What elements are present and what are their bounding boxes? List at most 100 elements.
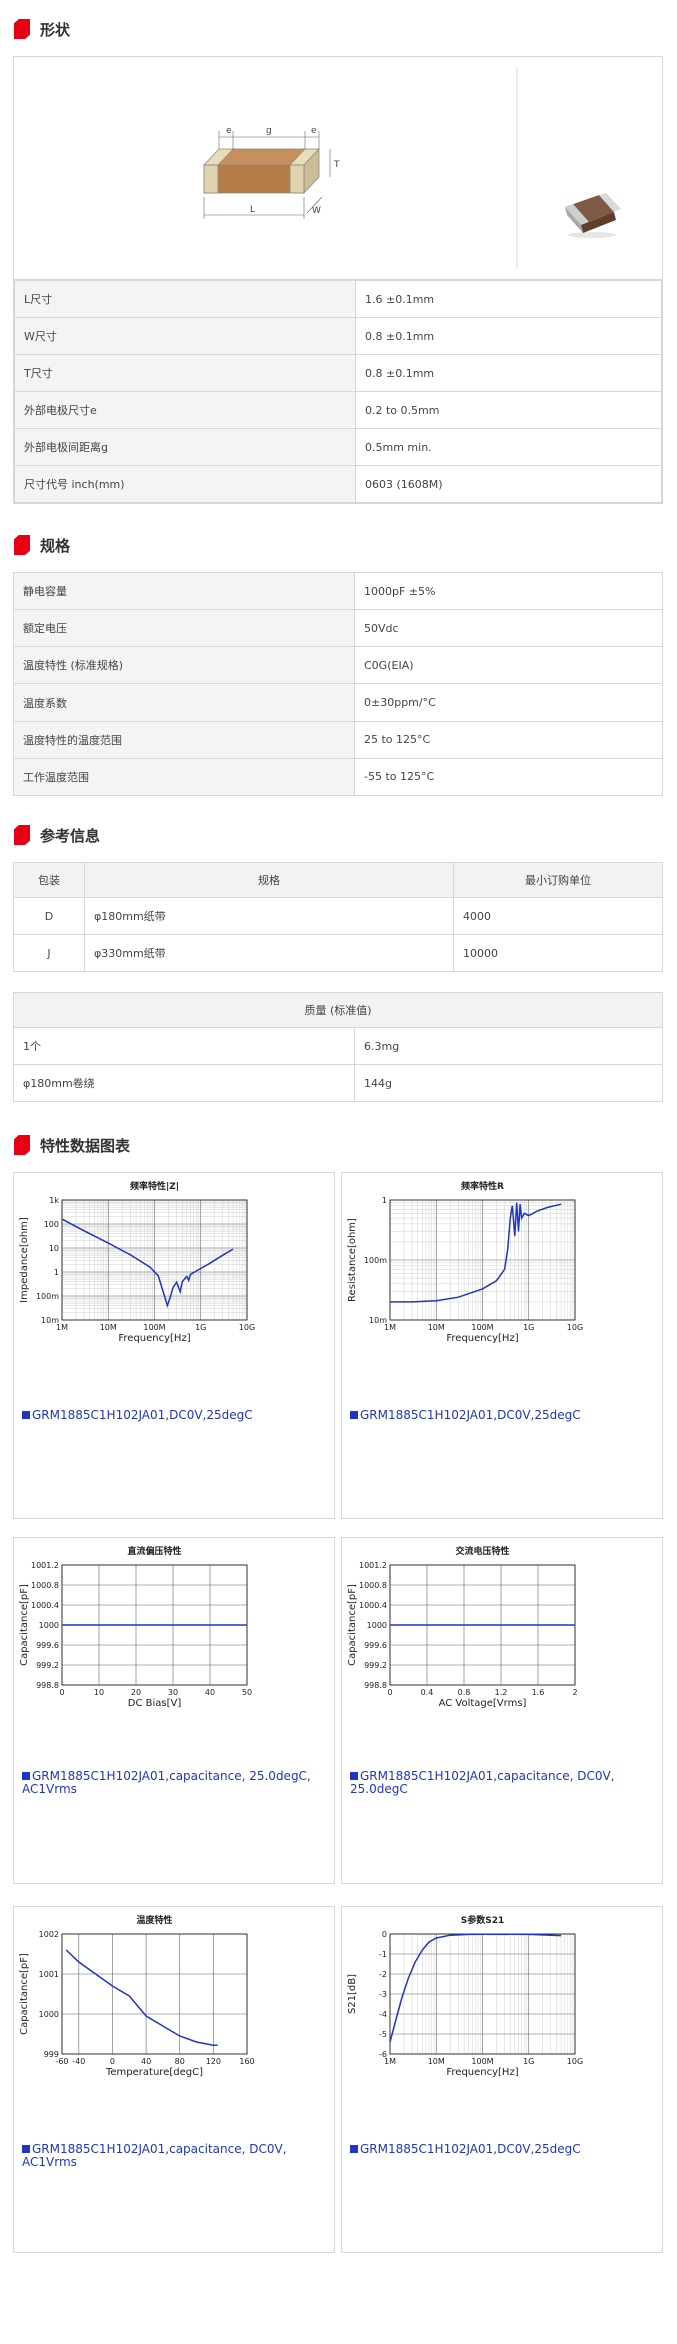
y-tick-label: 1000.8 bbox=[31, 1581, 59, 1590]
chart-ac-voltage: 交流电压特性 0 0.4 0.8 1.2 1.6 2 1001.2 1000.8 1000.4 10… bbox=[341, 1537, 663, 1884]
x-axis-label: Frequency[Hz] bbox=[446, 2067, 518, 2078]
y-tick-label: 100m bbox=[364, 1256, 387, 1265]
y-tick-label: 999.6 bbox=[36, 1641, 59, 1650]
y-tick-label: 0 bbox=[382, 1930, 387, 1939]
x-tick-label: 100M bbox=[471, 2057, 493, 2066]
chip-diagram: e g e T L W bbox=[203, 67, 621, 269]
shape-box: e g e T L W L尺寸 1.6 ±0.1mm W尺寸 0.8 ±0.1m… bbox=[13, 56, 663, 504]
y-tick-label: -5 bbox=[379, 2030, 387, 2039]
chart-legend: GRM1885C1H102JA01,DC0V,25degC bbox=[350, 2143, 650, 2156]
dim-label-e1: e bbox=[226, 126, 232, 136]
chart-legend: GRM1885C1H102JA01,DC0V,25degC bbox=[350, 1409, 650, 1422]
table-row: W尺寸 0.8 ±0.1mm bbox=[14, 317, 662, 355]
chart-dc-bias: 直流偏压特性 0 10 20 30 40 50 1001.2 1000.8 1000.4 1000 9… bbox=[13, 1537, 335, 1884]
y-tick-label: 999.6 bbox=[364, 1641, 387, 1650]
dim-label-g: g bbox=[266, 126, 272, 136]
dim-label-t: T bbox=[333, 160, 340, 170]
table-row: 1个 6.3mg bbox=[13, 1027, 663, 1065]
y-tick-label: 999.2 bbox=[36, 1661, 59, 1670]
y-tick-label: -3 bbox=[379, 1990, 387, 1999]
y-tick-label: 1000 bbox=[367, 1621, 387, 1630]
x-axis-label: Temperature[degC] bbox=[105, 2067, 203, 2078]
table-header-row: 质量 (标准值) bbox=[13, 992, 663, 1028]
dimensions-table: L尺寸 1.6 ±0.1mm W尺寸 0.8 ±0.1mm T尺寸 0.8 ±0.1m… bbox=[14, 280, 662, 503]
table-row: 外部电极间距离g 0.5mm min. bbox=[14, 428, 662, 466]
x-tick-label: 10M bbox=[100, 1323, 117, 1332]
table-row: 额定电压 50Vdc bbox=[13, 609, 663, 648]
y-tick-label: 1 bbox=[382, 1196, 387, 1205]
y-axis-label: S21[dB] bbox=[347, 1974, 358, 2014]
y-tick-label: -2 bbox=[379, 1970, 387, 1979]
table-row: 尺寸代号 inch(mm) 0603 (1608M) bbox=[14, 465, 662, 503]
x-axis-label: AC Voltage[Vrms] bbox=[439, 1698, 527, 1709]
table-header-row: 包装 规格 最小订购单位 bbox=[13, 862, 663, 898]
section-title-specs: 规格 bbox=[14, 532, 70, 558]
table-row: 温度特性的温度范围 25 to 125°C bbox=[13, 720, 663, 759]
table-row: 温度特性 (标准规格) C0G(EIA) bbox=[13, 646, 663, 685]
x-tick-label: 30 bbox=[168, 1688, 178, 1697]
mass-box: 质量 (标准值) 1个 6.3mg φ180mm卷绕 144g bbox=[13, 992, 663, 1104]
x-tick-label: 10G bbox=[567, 2057, 583, 2066]
y-tick-label: 998.8 bbox=[364, 1681, 387, 1690]
y-tick-label: 1000.4 bbox=[359, 1601, 387, 1610]
x-tick-label: 80 bbox=[175, 2057, 185, 2066]
chart-title: 温度特性 bbox=[136, 1914, 172, 1926]
section-title-shape: 形状 bbox=[14, 16, 70, 42]
x-tick-label: 100M bbox=[471, 1323, 493, 1332]
x-axis-label: DC Bias[V] bbox=[128, 1698, 182, 1709]
y-axis-label: Capacitance[pF] bbox=[347, 1584, 358, 1666]
x-tick-label: 10G bbox=[567, 1323, 583, 1332]
chart-legend: GRM1885C1H102JA01,capacitance, 25.0degC,… bbox=[22, 1769, 311, 1796]
y-axis-label: Impedance[ohm] bbox=[19, 1217, 30, 1303]
y-tick-label: 10m bbox=[369, 1316, 387, 1325]
chart-title: 频率特性R bbox=[461, 1180, 504, 1192]
table-row: Jφ330mm纸带 10000 bbox=[13, 934, 663, 972]
x-tick-label: 10G bbox=[239, 1323, 255, 1332]
chip-photo bbox=[565, 193, 621, 238]
series-line bbox=[65, 1949, 218, 2046]
table-row: φ180mm卷绕 144g bbox=[13, 1064, 663, 1102]
x-tick-label: 160 bbox=[239, 2057, 254, 2066]
chart-legend: GRM1885C1H102JA01,capacitance, DC0V, 25.… bbox=[350, 1769, 615, 1796]
y-tick-label: 1001.2 bbox=[359, 1561, 387, 1570]
x-tick-label: 1.2 bbox=[495, 1688, 508, 1697]
x-tick-label: 10 bbox=[94, 1688, 104, 1697]
legend-square-icon bbox=[350, 2145, 358, 2153]
x-tick-label: 0 bbox=[59, 1688, 64, 1697]
dim-label-e2: e bbox=[311, 126, 317, 136]
y-tick-label: 999 bbox=[44, 2050, 59, 2059]
specs-table: 静电容量 1000pF ±5% 额定电压 50Vdc 温度特性 (标准规格) C0G(… bbox=[13, 571, 663, 797]
legend-square-icon bbox=[22, 2145, 30, 2153]
y-tick-label: 1 bbox=[54, 1268, 59, 1277]
section-flag-icon bbox=[14, 19, 30, 39]
chart-s21: S参数S21 1M 10M 100M 1G 10G 0 -1 -2 -3 -4 -5 -6 Frequen… bbox=[341, 1906, 663, 2253]
x-tick-label: 120 bbox=[206, 2057, 221, 2066]
chart-impedance: 频率特性|Z| 1M 10M 100M 1G 10G 1k 100 10 1 100m 10m Freq… bbox=[13, 1172, 335, 1519]
dim-label-w: W bbox=[312, 206, 321, 216]
y-tick-label: 1001 bbox=[39, 1970, 59, 1979]
x-tick-label: 100M bbox=[143, 1323, 165, 1332]
section-flag-icon bbox=[14, 535, 30, 555]
packaging-table: 包装 规格 最小订购单位 Dφ180mm纸带 4000 Jφ330mm纸带 1000… bbox=[13, 862, 663, 972]
y-tick-label: -6 bbox=[379, 2050, 387, 2059]
table-row: 工作温度范围 -55 to 125°C bbox=[13, 757, 663, 797]
table-row: 静电容量 1000pF ±5% bbox=[13, 571, 663, 611]
x-tick-label: 0 bbox=[387, 1688, 392, 1697]
x-tick-label: 10M bbox=[428, 2057, 445, 2066]
y-tick-label: 100m bbox=[36, 1292, 59, 1301]
packaging-box: 包装 规格 最小订购单位 Dφ180mm纸带 4000 Jφ330mm纸带 1000… bbox=[13, 862, 663, 972]
x-tick-label: 40 bbox=[205, 1688, 215, 1697]
x-tick-label: -40 bbox=[72, 2057, 85, 2066]
section-flag-icon bbox=[14, 825, 30, 845]
chart-legend: GRM1885C1H102JA01,DC0V,25degC bbox=[22, 1409, 322, 1422]
y-tick-label: 1000 bbox=[39, 2010, 59, 2019]
y-tick-label: 1000 bbox=[39, 1621, 59, 1630]
y-axis-label: Resistance[ohm] bbox=[347, 1218, 358, 1302]
specs-box: 静电容量 1000pF ±5% 额定电压 50Vdc 温度特性 (标准规格) C0G(… bbox=[13, 571, 663, 797]
y-tick-label: 100 bbox=[44, 1220, 59, 1229]
table-row: L尺寸 1.6 ±0.1mm bbox=[14, 280, 662, 318]
chart-resistance: 频率特性R 1M 10M 100M 1G 10G 1 100m 10m Frequency[Hz]… bbox=[341, 1172, 663, 1519]
x-tick-label: 0 bbox=[110, 2057, 115, 2066]
chart-title: 频率特性|Z| bbox=[130, 1180, 179, 1192]
legend-square-icon bbox=[22, 1411, 30, 1419]
